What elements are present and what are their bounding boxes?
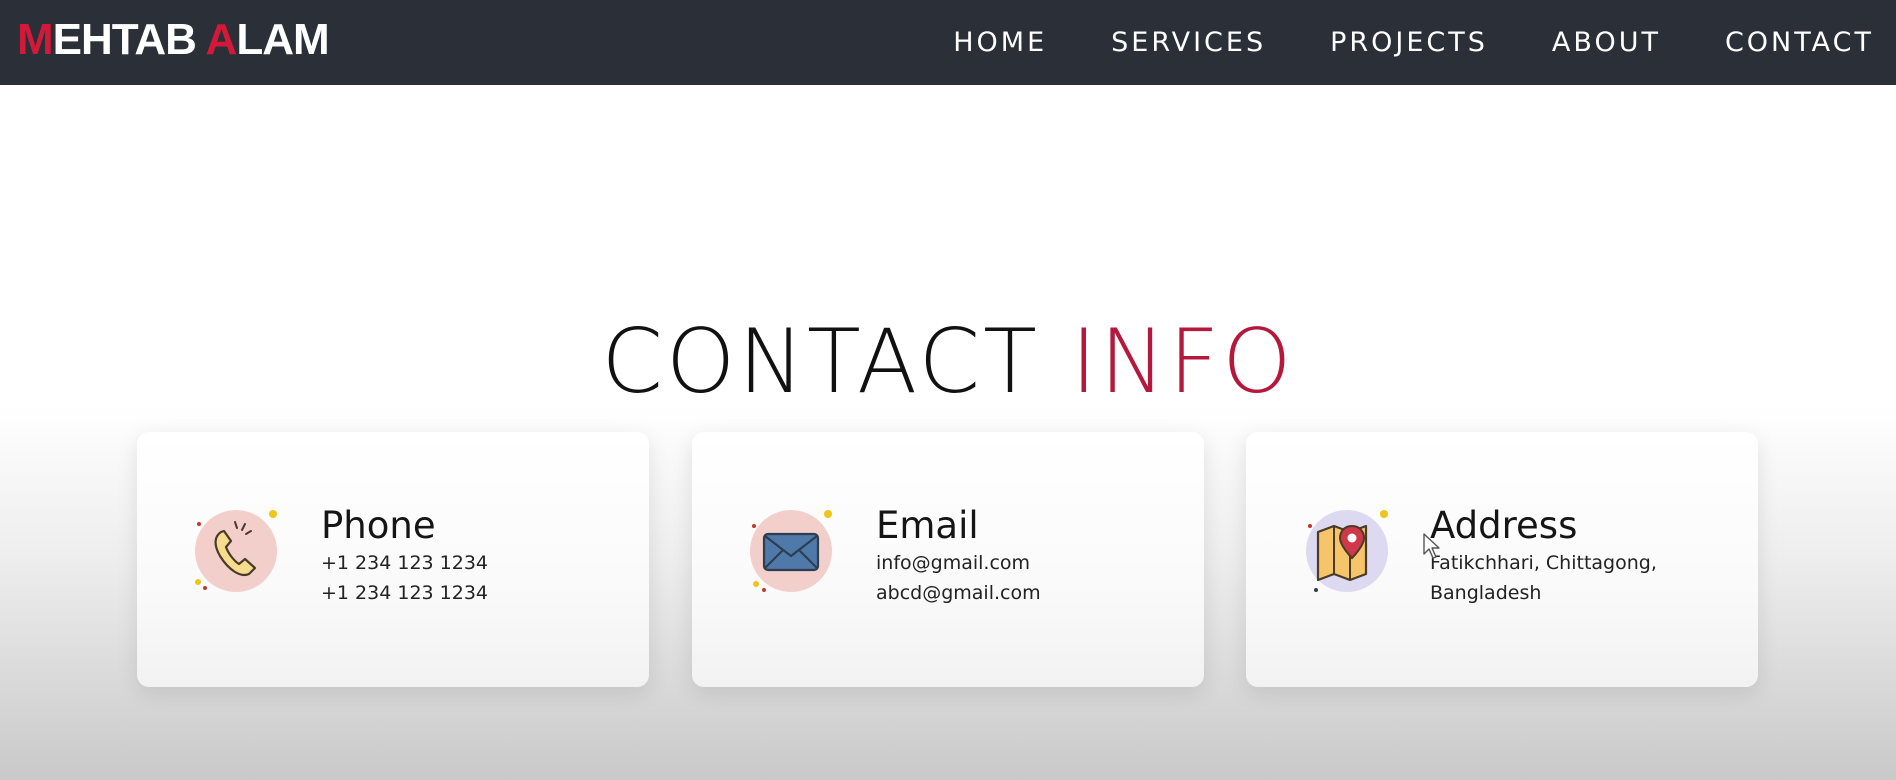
email-address[interactable]: info@gmail.com bbox=[876, 548, 1041, 578]
card-title: Phone bbox=[321, 504, 436, 547]
nav-contact-link[interactable]: CONTACT bbox=[1725, 27, 1874, 58]
main-nav: HOME SERVICES PROJECTS ABOUT CONTACT bbox=[953, 0, 1874, 85]
nav-projects-link[interactable]: PROJECTS bbox=[1330, 27, 1488, 58]
section-title: CONTACT INFO bbox=[0, 318, 1896, 406]
phone-icon bbox=[193, 508, 279, 594]
envelope-icon bbox=[748, 508, 834, 594]
brand-initial-first: M bbox=[17, 15, 54, 64]
email-card: Email info@gmail.com abcd@gmail.com bbox=[692, 432, 1204, 687]
nav-about-link[interactable]: ABOUT bbox=[1552, 27, 1661, 58]
address-line[interactable]: Bangladesh bbox=[1430, 578, 1657, 608]
phone-card: Phone +1 234 123 1234 +1 234 123 1234 bbox=[137, 432, 649, 687]
brand-logo[interactable]: MEHTAB ALAM bbox=[17, 15, 330, 65]
card-title: Address bbox=[1430, 504, 1578, 547]
map-pin-icon bbox=[1304, 508, 1390, 594]
mouse-cursor-icon bbox=[1422, 532, 1442, 560]
address-card-text: Address Fatikchhari, Chittagong, Banglad… bbox=[1430, 504, 1657, 608]
brand-initial-last: A bbox=[205, 15, 238, 64]
phone-number[interactable]: +1 234 123 1234 bbox=[321, 578, 488, 608]
nav-services-link[interactable]: SERVICES bbox=[1111, 27, 1266, 58]
phone-number[interactable]: +1 234 123 1234 bbox=[321, 548, 488, 578]
brand-name-first: EHTAB bbox=[52, 15, 197, 64]
section-title-main: CONTACT bbox=[601, 310, 1040, 413]
nav-home-link[interactable]: HOME bbox=[953, 27, 1047, 58]
address-card: Address Fatikchhari, Chittagong, Banglad… bbox=[1246, 432, 1758, 687]
section-title-accent: INFO bbox=[1070, 310, 1295, 413]
phone-card-text: Phone +1 234 123 1234 +1 234 123 1234 bbox=[321, 504, 488, 608]
address-line[interactable]: Fatikchhari, Chittagong, bbox=[1430, 548, 1657, 578]
email-address[interactable]: abcd@gmail.com bbox=[876, 578, 1041, 608]
email-card-text: Email info@gmail.com abcd@gmail.com bbox=[876, 504, 1041, 608]
card-title: Email bbox=[876, 504, 979, 547]
navbar: MEHTAB ALAM HOME SERVICES PROJECTS ABOUT… bbox=[0, 0, 1896, 85]
brand-name-last: LAM bbox=[236, 15, 329, 64]
